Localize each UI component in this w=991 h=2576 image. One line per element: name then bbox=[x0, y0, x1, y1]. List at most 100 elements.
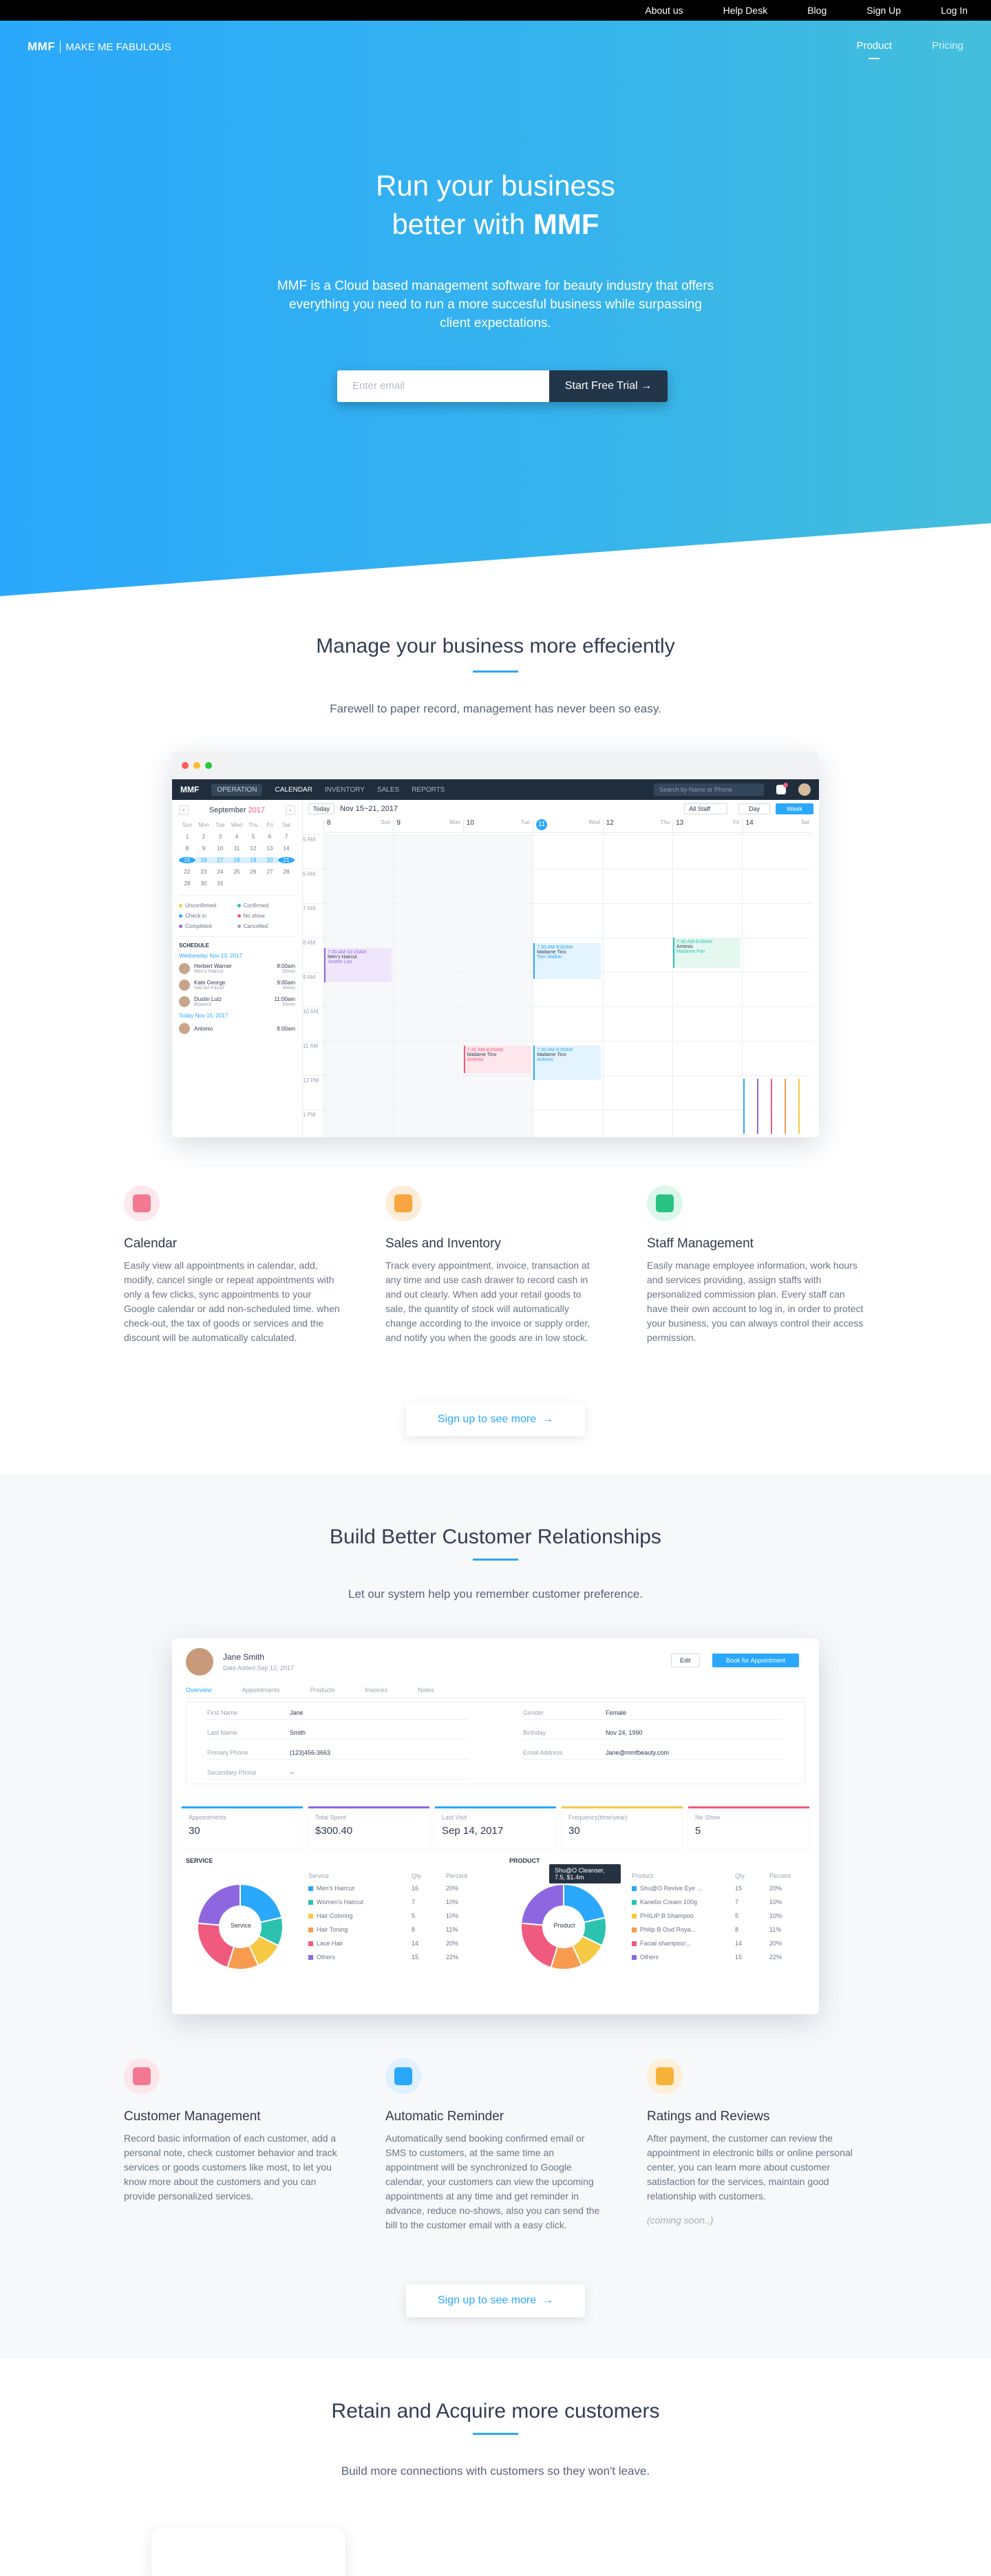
day-header[interactable]: 14 Sat bbox=[742, 819, 812, 832]
calendar-day[interactable]: 26 bbox=[245, 869, 262, 875]
day-header[interactable]: 8 Sun bbox=[323, 819, 393, 832]
email-input[interactable]: Enter email bbox=[337, 370, 549, 402]
calendar-day[interactable]: 25 bbox=[228, 869, 245, 875]
help-desk-link[interactable]: Help Desk bbox=[723, 5, 768, 16]
coming-soon-label: (coming soon..) bbox=[647, 2215, 714, 2226]
calendar-day[interactable]: 24 bbox=[212, 869, 228, 875]
schedule-item[interactable]: Kate George Nail Art Facial 9:00am 30min bbox=[179, 980, 295, 991]
calendar-day[interactable]: 12 bbox=[245, 845, 262, 852]
calendar-day[interactable]: 9 bbox=[195, 845, 212, 852]
about-link[interactable]: About us bbox=[645, 5, 683, 16]
donut-slice[interactable] bbox=[520, 1883, 564, 1926]
tab-sales[interactable]: SALES bbox=[377, 786, 399, 794]
brand-logo[interactable]: MMF MAKE ME FABULOUS bbox=[28, 40, 171, 54]
prev-month-button[interactable]: ‹ bbox=[179, 805, 189, 815]
appointment-block[interactable] bbox=[771, 1079, 783, 1134]
profile-tab[interactable]: Invoices bbox=[365, 1687, 387, 1693]
signup-cta-button-2[interactable]: Sign up to see more → bbox=[406, 2284, 585, 2317]
calendar-day[interactable]: 6 bbox=[262, 834, 278, 840]
calendar-day[interactable]: 4 bbox=[228, 834, 245, 840]
app-search-input[interactable]: Search by Name or Phone bbox=[654, 783, 764, 796]
calendar-day[interactable]: 14 bbox=[278, 845, 295, 852]
calendar-day[interactable]: 10 bbox=[212, 845, 228, 852]
donut-slice[interactable] bbox=[563, 1883, 606, 1923]
calendar-day[interactable]: 17 bbox=[212, 857, 228, 863]
avatar[interactable] bbox=[798, 783, 811, 796]
today-button[interactable]: Today bbox=[308, 803, 335, 814]
sign-up-link[interactable]: Sign Up bbox=[866, 5, 901, 16]
appointment-block[interactable] bbox=[798, 1079, 811, 1134]
nav-product[interactable]: Product bbox=[856, 40, 892, 59]
log-in-link[interactable]: Log In bbox=[941, 5, 968, 16]
calendar-day[interactable]: 30 bbox=[195, 880, 212, 887]
appointment-block[interactable] bbox=[785, 1079, 797, 1134]
donut-slice[interactable] bbox=[239, 1883, 283, 1923]
appointment-block[interactable]: 7:30 AM-9:00AM Madame Tino Tom Walker bbox=[533, 943, 601, 979]
hour-label: 10 AM bbox=[303, 1009, 319, 1015]
book-appointment-button[interactable]: Book for Appointment bbox=[712, 1654, 800, 1667]
schedule-item[interactable]: Herbert Warner Men's Haircut 8:00am 30min bbox=[179, 963, 295, 974]
calendar-day[interactable]: 18 bbox=[228, 857, 245, 863]
tab-calendar[interactable]: CALENDAR bbox=[275, 786, 312, 794]
calendar-day[interactable]: 1 bbox=[179, 834, 195, 840]
bell-icon[interactable] bbox=[776, 783, 788, 794]
week-view-button[interactable]: Week bbox=[776, 803, 813, 814]
tab-operation[interactable]: OPERATION bbox=[211, 783, 263, 796]
duration-label: 30min bbox=[281, 986, 295, 991]
profile-tab[interactable]: Appointments bbox=[242, 1687, 280, 1693]
calendar-day[interactable]: 21 bbox=[278, 857, 295, 863]
calendar-day[interactable]: 3 bbox=[212, 834, 228, 840]
appointment-block[interactable]: 7:30 AM-10:15AM Men's Haircut Joselin Luo bbox=[324, 948, 392, 982]
day-header[interactable]: 11 Wed bbox=[533, 819, 602, 832]
start-trial-button[interactable]: Start Free Trial → bbox=[549, 370, 668, 402]
calendar-day[interactable]: 16 bbox=[195, 857, 212, 863]
calendar-day[interactable]: 8 bbox=[179, 845, 195, 852]
appointment-block[interactable] bbox=[743, 1079, 756, 1134]
calendar-day[interactable]: 23 bbox=[195, 869, 212, 875]
edit-customer-button[interactable]: Edit bbox=[671, 1654, 700, 1667]
day-header[interactable]: 10 Tue bbox=[462, 819, 533, 832]
nav-pricing[interactable]: Pricing bbox=[932, 40, 963, 52]
col-name: Product bbox=[632, 1872, 654, 1879]
appointment-block[interactable]: 7:30 AM-8:00AM Madame Tino Antonio bbox=[533, 1046, 601, 1080]
signup-cta-button-1[interactable]: Sign up to see more → bbox=[406, 1403, 585, 1436]
calendar-day[interactable]: 19 bbox=[245, 857, 262, 863]
calendar-day[interactable]: 28 bbox=[278, 869, 295, 875]
blog-link[interactable]: Blog bbox=[807, 5, 827, 16]
schedule-item[interactable]: Antonio 8:00am bbox=[179, 1023, 295, 1034]
calendar-day[interactable]: 31 bbox=[212, 880, 228, 887]
schedule-item[interactable]: Dustin Lutz Blowout 11:00am 30min bbox=[179, 996, 295, 1007]
day-column bbox=[672, 834, 673, 1137]
row-qty: 15 bbox=[735, 1885, 743, 1892]
staff-select[interactable]: All Staff bbox=[684, 803, 728, 814]
calendar-day[interactable]: 29 bbox=[179, 880, 195, 887]
day-header[interactable]: 9 Mon bbox=[393, 819, 462, 832]
donut-slice[interactable] bbox=[520, 1922, 559, 1969]
appointment-time: 7:30 AM-8:00AM bbox=[467, 1048, 503, 1053]
calendar-day[interactable]: 5 bbox=[245, 834, 262, 840]
calendar-day[interactable]: 15 bbox=[179, 857, 195, 863]
profile-tab[interactable]: Overview bbox=[186, 1687, 212, 1693]
donut-slice[interactable] bbox=[197, 1883, 241, 1926]
profile-tab[interactable]: Products bbox=[310, 1687, 335, 1693]
calendar-day[interactable]: 27 bbox=[262, 869, 278, 875]
feature-title: Sales and Inventory bbox=[385, 1236, 501, 1251]
appointment-block[interactable]: 7:30 AM-8:00AM Antonio Madame Pan bbox=[673, 938, 740, 968]
donut-slice[interactable] bbox=[197, 1922, 235, 1969]
next-month-button[interactable]: › bbox=[285, 805, 295, 815]
day-header[interactable]: 13 Fri bbox=[672, 819, 742, 832]
appointment-block[interactable] bbox=[757, 1079, 769, 1134]
day-view-button[interactable]: Day bbox=[738, 803, 771, 814]
calendar-day[interactable]: 20 bbox=[262, 857, 278, 863]
tab-inventory[interactable]: INVENTORY bbox=[325, 786, 365, 794]
calendar-day[interactable]: 22 bbox=[179, 869, 195, 875]
calendar-day[interactable]: 11 bbox=[228, 845, 245, 852]
calendar-day[interactable]: 2 bbox=[195, 834, 212, 840]
stat-card: Appointments 30 bbox=[182, 1806, 303, 1849]
profile-tab[interactable]: Notes bbox=[418, 1687, 434, 1693]
calendar-day[interactable]: 13 bbox=[262, 845, 278, 852]
day-header[interactable]: 12 Thu bbox=[602, 819, 672, 832]
appointment-block[interactable]: 7:30 AM-8:00AM Madame Tino Antonio bbox=[463, 1046, 531, 1073]
tab-reports[interactable]: REPORTS bbox=[412, 786, 445, 794]
calendar-day[interactable]: 7 bbox=[278, 834, 295, 840]
